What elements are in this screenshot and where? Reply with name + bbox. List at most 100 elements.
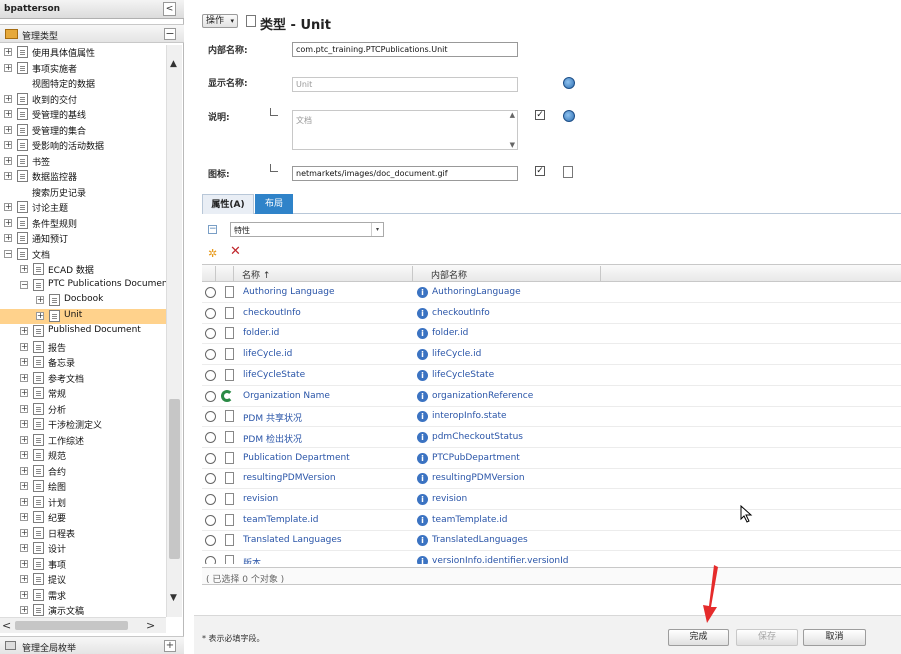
tree-item[interactable]: + 报告 [0, 340, 166, 355]
attribute-internal-name[interactable]: TranslatedLanguages [432, 535, 528, 545]
attribute-name-link[interactable]: checkoutInfo [243, 308, 301, 318]
expand-icon[interactable]: + [4, 203, 12, 211]
collapse-icon[interactable]: − [20, 280, 28, 289]
attribute-name-link[interactable]: PDM 检出状况 [243, 432, 302, 445]
tree-item[interactable]: − 文档 [0, 247, 166, 262]
expand-icon[interactable]: + [20, 575, 28, 583]
table-row[interactable]: teamTemplate.id i teamTemplate.id [202, 511, 901, 531]
expand-icon[interactable]: + [20, 373, 28, 382]
manage-types-section-header[interactable]: 管理类型 − [0, 24, 184, 43]
attribute-internal-name[interactable]: pdmCheckoutStatus [432, 432, 523, 442]
row-select-radio[interactable] [205, 287, 216, 298]
scroll-up-arrow-icon[interactable]: ▲ [170, 59, 177, 69]
expand-icon[interactable]: + [20, 497, 28, 506]
tree-item[interactable]: 搜索历史记录 [0, 185, 166, 200]
tree-item[interactable]: + 事项 [0, 557, 166, 572]
manage-global-enumerations-section[interactable]: 管理全局枚举 + [0, 636, 184, 654]
expand-icon[interactable]: + [20, 420, 28, 428]
table-row[interactable]: Authoring Language i AuthoringLanguage [202, 283, 901, 303]
expand-icon[interactable]: + [4, 156, 12, 165]
new-attribute-icon[interactable]: ✲ [208, 247, 217, 260]
row-select-radio[interactable] [205, 556, 216, 564]
attribute-name-link[interactable]: folder.id [243, 328, 279, 338]
attribute-internal-name[interactable]: teamTemplate.id [432, 515, 508, 525]
table-row[interactable]: revision i revision [202, 490, 901, 510]
collapse-group-toggle[interactable]: − [208, 225, 217, 234]
table-row[interactable]: lifeCycleState i lifeCycleState [202, 366, 901, 386]
tree-item[interactable]: + 讨论主题 [0, 200, 166, 215]
column-separator[interactable] [412, 266, 413, 281]
row-select-radio[interactable] [205, 328, 216, 340]
description-field[interactable]: 文档 ▲ ▼ [292, 110, 518, 150]
icon-path-field[interactable]: netmarkets/images/doc_document.gif [292, 166, 518, 181]
tree-item[interactable]: + 常规 [0, 386, 166, 401]
table-row[interactable]: PDM 共享状况 i interopInfo.state [202, 407, 901, 428]
expand-icon[interactable]: + [20, 404, 28, 413]
attribute-group-select[interactable]: 特性 ▾ [230, 222, 384, 237]
expand-icon[interactable]: + [4, 141, 12, 149]
row-select-radio[interactable] [205, 369, 216, 381]
tree-item[interactable]: + Docbook [0, 293, 166, 308]
tree-item[interactable]: + 参考文档 [0, 371, 166, 386]
info-icon[interactable]: i [417, 431, 428, 443]
expand-icon[interactable]: + [20, 590, 28, 599]
tab-attributes[interactable]: 属性(A) [202, 194, 254, 214]
tree-vertical-scrollbar[interactable]: ▲ ▼ [166, 45, 182, 617]
table-row[interactable]: checkoutInfo i checkoutInfo [202, 304, 901, 324]
expand-icon[interactable]: + [20, 265, 28, 273]
tree-item[interactable]: + Unit [0, 308, 166, 324]
attribute-internal-name[interactable]: revision [432, 494, 467, 504]
expand-icon[interactable]: + [20, 435, 28, 444]
delete-icon[interactable]: ✕ [230, 244, 241, 259]
table-row[interactable]: 版本 i versionInfo.identifier.versionId [202, 552, 901, 564]
expand-icon[interactable]: + [20, 358, 28, 366]
info-icon[interactable]: i [417, 473, 428, 485]
tree-item[interactable]: + 需求 [0, 588, 166, 603]
column-header-name[interactable]: 名称 ↑ [242, 268, 270, 281]
tree-item[interactable]: − PTC Publications Document [0, 278, 166, 293]
table-row[interactable]: Publication Department i PTCPubDepartment [202, 449, 901, 469]
attribute-name-link[interactable]: teamTemplate.id [243, 515, 319, 525]
info-icon[interactable]: i [417, 307, 428, 319]
expand-icon[interactable]: + [4, 48, 12, 56]
expand-icon[interactable]: + [20, 342, 28, 351]
tree-item[interactable]: + 数据监控器 [0, 169, 166, 184]
info-icon[interactable]: i [417, 369, 428, 381]
tree-item[interactable]: + 书签 [0, 154, 166, 169]
table-row[interactable]: resultingPDMVersion i resultingPDMVersion [202, 469, 901, 490]
attribute-internal-name[interactable]: organizationReference [432, 391, 533, 401]
expand-icon[interactable]: + [4, 125, 12, 134]
tree-item[interactable]: + 演示文稿 [0, 603, 166, 617]
tree-item[interactable]: + Published Document [0, 324, 166, 339]
attribute-name-link[interactable]: Translated Languages [243, 535, 342, 545]
expand-icon[interactable]: + [4, 110, 12, 118]
info-icon[interactable]: i [417, 328, 428, 340]
table-row[interactable]: Organization Name i organizationReference [202, 387, 901, 407]
info-icon[interactable]: i [417, 494, 428, 505]
expand-icon[interactable]: + [4, 63, 12, 72]
attribute-internal-name[interactable]: resultingPDMVersion [432, 473, 525, 483]
attribute-internal-name[interactable]: versionInfo.identifier.versionId [432, 556, 568, 564]
expand-icon[interactable]: + [20, 327, 28, 335]
row-select-radio[interactable] [205, 307, 216, 319]
scroll-right-arrow-icon[interactable]: > [146, 619, 155, 632]
tree-item[interactable]: + 规范 [0, 448, 166, 463]
internal-name-field[interactable]: com.ptc_training.PTCPublications.Unit [292, 42, 518, 57]
info-icon[interactable]: i [417, 349, 428, 361]
done-button[interactable]: 完成 [668, 629, 729, 646]
attribute-internal-name[interactable]: PTCPubDepartment [432, 453, 520, 463]
row-select-radio[interactable] [205, 514, 216, 526]
tree-item[interactable]: + 绘图 [0, 479, 166, 494]
tree-item[interactable]: + 使用具体值属性 [0, 45, 166, 60]
minimize-section-button[interactable]: − [164, 28, 176, 40]
table-row[interactable]: folder.id i folder.id [202, 324, 901, 345]
tree-item[interactable]: + 分析 [0, 402, 166, 417]
table-row[interactable]: PDM 检出状况 i pdmCheckoutStatus [202, 428, 901, 448]
attribute-name-link[interactable]: 版本 [243, 556, 261, 564]
attribute-internal-name[interactable]: lifeCycleState [432, 370, 494, 380]
expand-icon[interactable]: + [20, 544, 28, 552]
row-select-radio[interactable] [205, 431, 216, 443]
tree-item[interactable]: + 提议 [0, 572, 166, 587]
column-separator[interactable] [600, 266, 601, 281]
row-select-radio[interactable] [205, 349, 216, 361]
